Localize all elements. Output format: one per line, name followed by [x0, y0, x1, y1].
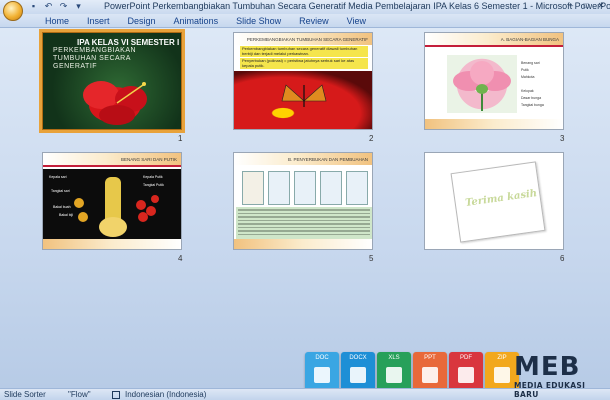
tab-home[interactable]: Home [36, 14, 78, 27]
slide-thumbnail-6[interactable]: Terima kasih [424, 152, 564, 250]
slide-number-1: 1 [178, 134, 183, 143]
slide-4-label-2: Kepala Putik [143, 175, 163, 179]
slide-4-divider [43, 165, 181, 167]
brand-logo: MEB [514, 352, 581, 382]
close-button[interactable]: ✕ [594, 0, 608, 12]
customize-qat-icon[interactable]: ▾ [73, 1, 84, 12]
slide-number-3: 3 [560, 134, 565, 143]
slide-3-label-4: Kelopak [521, 89, 534, 93]
save-icon[interactable]: ▪ [28, 1, 39, 12]
slide-3-title: A. BAGIAN-BAGIAN BUNGA [500, 37, 559, 42]
slide-3-label-6: Tangkai bunga [521, 103, 544, 107]
slide-4-label-6: Bakal biji [59, 213, 74, 217]
slide-3-divider [425, 45, 563, 47]
slide-number-6: 6 [560, 254, 565, 263]
slide-sorter-pane: IPA KELAS VI SEMESTER I PERKEMBANGBIAKAN… [0, 28, 610, 388]
brand-tagline: MEDIA EDUKASI BARU [514, 381, 586, 399]
pdf-file-icon: PDF [449, 352, 483, 392]
status-view-mode: Slide Sorter [4, 390, 46, 399]
fertilization-panel-3 [294, 171, 316, 205]
fertilization-panel-4 [320, 171, 342, 205]
doc-file-icon: DOC [305, 352, 339, 392]
hibiscus-image [83, 81, 147, 125]
slide-number-5: 5 [369, 254, 374, 263]
slide-thumbnail-2[interactable]: PERKEMBANGBIAKAN TUMBUHAN SECARA GENERAT… [233, 32, 373, 130]
slide-number-2: 2 [369, 134, 374, 143]
slide-2-bullet-1: Perkembangbiakan tumbuhan secara generat… [240, 46, 368, 57]
slide-thumbnail-5[interactable]: B. PENYERBUKAN DAN PEMBUAHAN [233, 152, 373, 250]
slide-4-label-3: Tangkai sari [51, 189, 70, 193]
ppt-file-icon: PPT [413, 352, 447, 392]
slide-thumbnail-1[interactable]: IPA KELAS VI SEMESTER I PERKEMBANGBIAKAN… [39, 29, 185, 133]
slide-footer-wave [425, 119, 563, 129]
undo-icon[interactable]: ↶ [43, 1, 54, 12]
fertilization-panel-5 [346, 171, 368, 205]
slide-footer-wave [43, 239, 181, 249]
title-bar: ▪ ↶ ↷ ▾ PowerPoint Perkembangbiakan Tumb… [0, 0, 610, 21]
tab-animations[interactable]: Animations [165, 14, 228, 27]
minimize-button[interactable]: – [564, 0, 578, 12]
fertilization-panel-2 [268, 171, 290, 205]
slide-4-title: BENANG SARI DAN PUTIK [120, 157, 177, 162]
xls-file-icon: XLS [377, 352, 411, 392]
tab-design[interactable]: Design [119, 14, 165, 27]
ribbon-tabs: Home Insert Design Animations Slide Show… [0, 14, 610, 28]
redo-icon[interactable]: ↷ [58, 1, 69, 12]
slide-footer-wave [234, 239, 372, 249]
tab-slide-show[interactable]: Slide Show [227, 14, 290, 27]
docx-file-icon: DOCX [341, 352, 375, 392]
slide-3-label-3: Mahkota [521, 75, 535, 79]
slide-number-4: 4 [178, 254, 183, 263]
status-theme-name: "Flow" [68, 390, 91, 399]
window-controls: – □ ✕ [564, 0, 608, 12]
window-title: PowerPoint Perkembangbiakan Tumbuhan Sec… [104, 1, 610, 11]
slide-4-label-5: Bakal buah [53, 205, 71, 209]
tab-insert[interactable]: Insert [78, 14, 119, 27]
slide-5-title: B. PENYERBUKAN DAN PEMBUAHAN [287, 157, 368, 162]
slide-2-bullet-2: Penyerbukan (polinasi) = peristiwa jatuh… [240, 58, 368, 69]
office-button[interactable] [3, 1, 23, 21]
file-type-icons: DOC DOCX XLS PPT PDF ZIP [305, 352, 519, 392]
slide-3-label-1: Benang sari [521, 61, 540, 65]
slide-thumbnail-3[interactable]: A. BAGIAN-BAGIAN BUNGA Benang sari Putik… [424, 32, 564, 130]
spelling-check-icon[interactable] [112, 391, 120, 399]
slide-thumbnail-4[interactable]: BENANG SARI DAN PUTIK Kepala sari Kepala… [42, 152, 182, 250]
slide-4-label-4: Tangkai Putik [143, 183, 164, 187]
tab-view[interactable]: View [338, 14, 375, 27]
fertilization-panel-1 [242, 171, 264, 205]
butterfly-flower-image [234, 71, 372, 129]
tab-review[interactable]: Review [290, 14, 338, 27]
slide-2-title: PERKEMBANGBIAKAN TUMBUHAN SECARA GENERAT… [246, 37, 368, 42]
slide-3-label-5: Dasar bunga [521, 96, 542, 100]
maximize-button[interactable]: □ [579, 0, 593, 12]
slide-4-label-1: Kepala sari [49, 175, 67, 179]
slide-3-label-2: Putik [521, 68, 529, 72]
slide-5-body-text [236, 207, 372, 243]
flower-diagram-image [447, 55, 517, 113]
quick-access-toolbar: ▪ ↶ ↷ ▾ [28, 1, 84, 12]
status-language[interactable]: Indonesian (Indonesia) [125, 390, 206, 399]
